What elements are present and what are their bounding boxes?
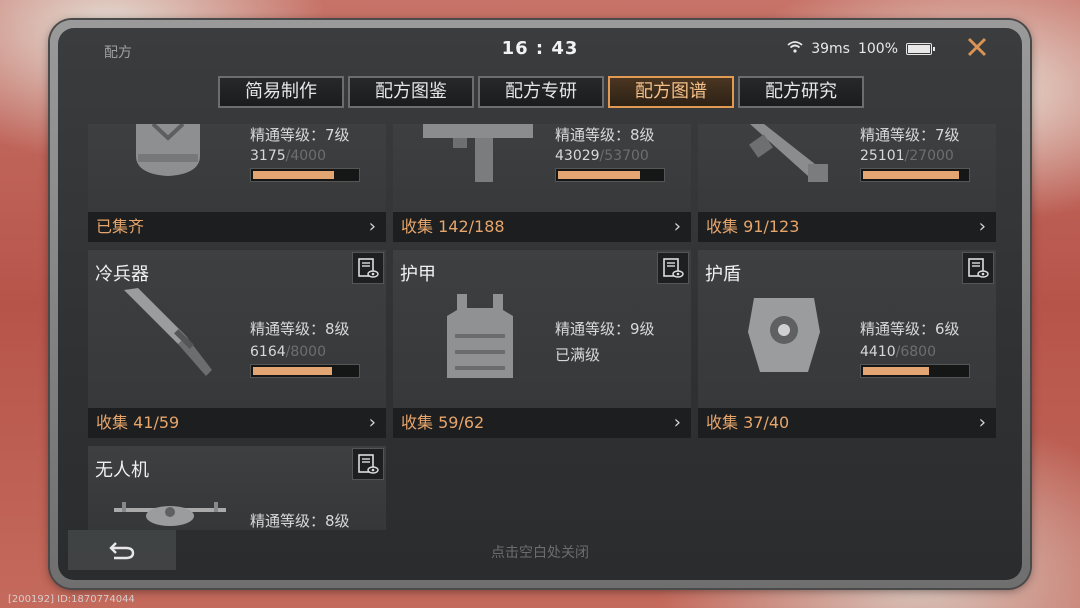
collect-button[interactable]: 收集 91/123 › [698,212,996,242]
view-details-button[interactable] [657,252,689,284]
helmet-icon [128,122,208,188]
launcher-icon [748,124,838,190]
tab-recipe-atlas[interactable]: 配方图谱 [608,76,734,108]
mastery-level: 精通等级：8级 [250,512,350,530]
card-armor: 护甲 精通等级：9级 已满级 收集 59/62 › [393,250,691,438]
collect-button[interactable]: 收集 142/188 › [393,212,691,242]
card-shield: 护盾 精通等级：6级 4410/6800 收集 37/40 › [698,250,996,438]
max-level-label: 已满级 [555,346,601,364]
mastery-level: 精通等级：9级 [555,320,655,338]
mastery-level: 精通等级：6级 [860,320,960,338]
tab-bar: 简易制作 配方图鉴 配方专研 配方图谱 配方研究 [218,76,864,108]
close-button[interactable] [962,34,992,64]
mastery-bar [555,168,665,182]
collect-button[interactable]: 收集 37/40 › [698,408,996,438]
mastery-level: 精通等级：7级 [860,126,960,144]
mastery-progress: 3175/4000 [250,148,326,164]
player-id: [200192] ID:1870774044 [8,594,135,605]
chevron-right-icon: › [673,216,681,237]
mastery-progress: 4410/6800 [860,344,936,360]
chevron-right-icon: › [673,412,681,433]
battery-icon [906,43,935,55]
collect-button[interactable]: 已集齐 › [88,212,386,242]
card-smg: 精通等级：8级 43029/53700 收集 142/188 › [393,124,691,242]
smg-icon [423,124,533,190]
mastery-level: 精通等级：7级 [250,126,350,144]
category-name: 护盾 [705,264,741,285]
document-eye-icon [968,258,989,278]
card-melee: 冷兵器 精通等级：8级 6164/8000 收集 41/59 › [88,250,386,438]
mastery-bar [250,364,360,378]
document-eye-icon [358,258,379,278]
mastery-progress: 43029/53700 [555,148,649,164]
tab-recipe-catalog[interactable]: 配方图鉴 [348,76,474,108]
collect-button[interactable]: 收集 59/62 › [393,408,691,438]
chevron-right-icon: › [978,412,986,433]
chevron-right-icon: › [368,412,376,433]
tab-recipe-research[interactable]: 配方研究 [738,76,864,108]
card-launcher: 精通等级：7级 25101/27000 收集 91/123 › [698,124,996,242]
wifi-icon [787,41,803,57]
vest-icon [443,290,517,388]
mastery-level: 精通等级：8级 [250,320,350,338]
ping-value: 39ms [811,41,850,57]
blade-icon [118,286,218,390]
chevron-right-icon: › [978,216,986,237]
document-eye-icon [663,258,684,278]
collect-button[interactable]: 收集 41/59 › [88,408,386,438]
view-details-button[interactable] [352,252,384,284]
view-details-button[interactable] [962,252,994,284]
tab-recipe-study[interactable]: 配方专研 [478,76,604,108]
card-helmet: 精通等级：7级 3175/4000 已集齐 › [88,122,386,242]
battery-percent: 100% [857,41,898,57]
mastery-progress: 25101/27000 [860,148,954,164]
chevron-right-icon: › [368,216,376,237]
recipe-panel: 配方 16 : 43 39ms 100% 简易制作 配方图鉴 配方专研 配方图谱… [58,28,1022,580]
close-icon [967,37,987,57]
status-indicators: 39ms 100% [787,41,935,57]
chest-shield-icon [744,292,824,386]
mastery-bar [860,168,970,182]
category-name: 冷兵器 [95,264,149,285]
card-drone: 无人机 精通等级：8级 [88,446,386,530]
category-name: 无人机 [95,460,149,481]
mastery-level: 精通等级：8级 [555,126,655,144]
document-eye-icon [358,454,379,474]
mastery-bar [250,168,360,182]
close-hint: 点击空白处关闭 [491,545,589,561]
category-name: 护甲 [400,264,436,285]
tab-simple-craft[interactable]: 简易制作 [218,76,344,108]
view-details-button[interactable] [352,448,384,480]
mastery-progress: 6164/8000 [250,344,326,360]
mastery-bar [860,364,970,378]
